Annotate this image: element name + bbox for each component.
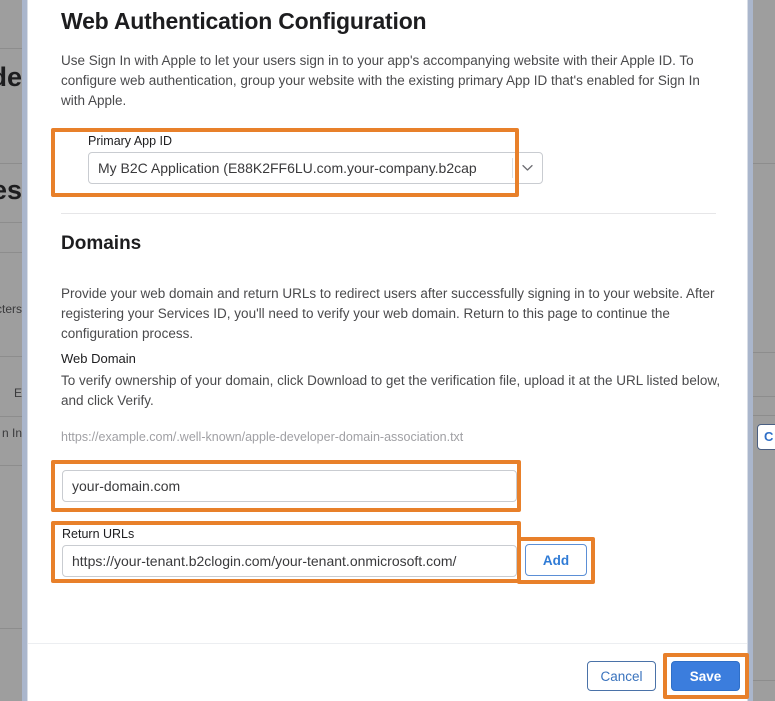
background-rule: [0, 252, 22, 253]
background-rule: [753, 163, 775, 164]
background-rule: [0, 163, 22, 164]
background-rule: [753, 415, 775, 416]
add-return-url-button[interactable]: Add: [525, 544, 587, 576]
background-rule: [753, 396, 775, 397]
return-urls-label: Return URLs: [62, 527, 135, 541]
return-urls-field-group: Return URLs: [62, 527, 517, 577]
page-title: Web Authentication Configuration: [61, 8, 427, 34]
primary-app-id-label: Primary App ID: [88, 134, 173, 148]
background-text-fragment: ces: [0, 175, 22, 205]
web-domain-description: To verify ownership of your domain, clic…: [61, 373, 721, 408]
web-authentication-configuration-dialog: Web Authentication Configuration Use Sig…: [27, 0, 749, 701]
dialog-footer: Cancel Save: [28, 643, 749, 701]
domains-heading: Domains: [61, 233, 142, 254]
domains-description: Provide your web domain and return URLs …: [61, 286, 715, 341]
primary-app-id-field-group: Primary App ID My B2C Application (E88K2…: [88, 134, 543, 184]
background-rule: [0, 465, 22, 466]
domain-association-url: https://example.com/.well-known/apple-de…: [61, 430, 464, 444]
chevron-down-icon[interactable]: [513, 164, 542, 172]
save-button[interactable]: Save: [671, 661, 740, 691]
background-rule: [0, 356, 22, 357]
background-rule: [753, 352, 775, 353]
intro-description: Use Sign In with Apple to let your users…: [61, 53, 700, 108]
return-urls-input[interactable]: [62, 545, 517, 577]
background-rule: [0, 416, 22, 417]
web-domain-input[interactable]: [62, 470, 517, 502]
background-rule: [0, 48, 22, 49]
primary-app-id-select[interactable]: My B2C Application (E88K2FF6LU.com.your-…: [88, 152, 543, 184]
primary-app-id-value: My B2C Application (E88K2FF6LU.com.your-…: [98, 160, 477, 176]
web-domain-label: Web Domain: [61, 351, 136, 366]
background-rule: [753, 680, 775, 681]
background-text-fragment: de: [0, 62, 22, 92]
section-divider: [61, 213, 716, 214]
background-clipped-button[interactable]: C: [757, 424, 775, 450]
background-page-left: [0, 0, 22, 701]
background-rule: [0, 222, 22, 223]
background-text-fragment: E: [13, 386, 22, 400]
screenshot-stage: de ces cters E n In C Web Authentication…: [0, 0, 775, 701]
background-text-fragment: n In: [1, 426, 22, 440]
background-text-fragment: cters: [0, 302, 22, 316]
dialog-body: Web Authentication Configuration Use Sig…: [28, 0, 747, 643]
background-rule: [0, 628, 22, 629]
cancel-button[interactable]: Cancel: [587, 661, 656, 691]
background-page-right: [753, 0, 775, 701]
